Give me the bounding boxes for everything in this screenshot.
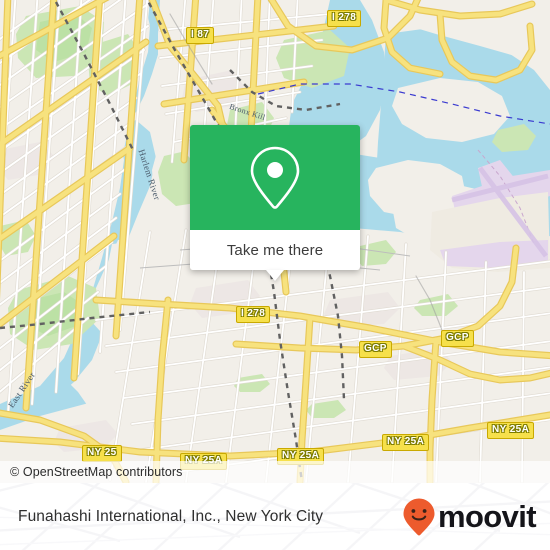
card-pointer-tail (266, 270, 284, 281)
road-shield-i87: I 87 (186, 27, 215, 44)
road-shield-ny25a-4: NY 25A (487, 422, 535, 439)
moovit-logo[interactable]: moovit (402, 497, 537, 537)
road-shield-ny25a-3: NY 25A (382, 434, 430, 451)
road-shield-gcp-2: GCP (441, 330, 474, 347)
screenshot-root: Harlem River East River Bronx Kill I 87 … (0, 0, 550, 550)
road-shield-ny25: NY 25 (82, 445, 122, 462)
card-header (190, 125, 360, 230)
place-caption: Funahashi International, Inc., New York … (18, 507, 324, 525)
map-canvas[interactable]: Harlem River East River Bronx Kill I 87 … (0, 0, 550, 483)
page-footer: Funahashi International, Inc., New York … (0, 483, 550, 550)
moovit-wordmark: moovit (437, 499, 537, 534)
road-shield-i278-n: I 278 (327, 10, 362, 27)
take-me-there-label: Take me there (226, 241, 324, 259)
road-shield-i278-s: I 278 (236, 306, 271, 323)
moovit-pin-icon (403, 498, 435, 535)
attribution-text: © OpenStreetMap contributors (10, 465, 183, 479)
take-me-there-card[interactable]: Take me there (190, 125, 360, 281)
map-attribution: © OpenStreetMap contributors (0, 461, 550, 483)
card-footer[interactable]: Take me there (190, 230, 360, 281)
map-pin-icon (250, 146, 300, 209)
road-shield-gcp-1: GCP (359, 341, 392, 358)
